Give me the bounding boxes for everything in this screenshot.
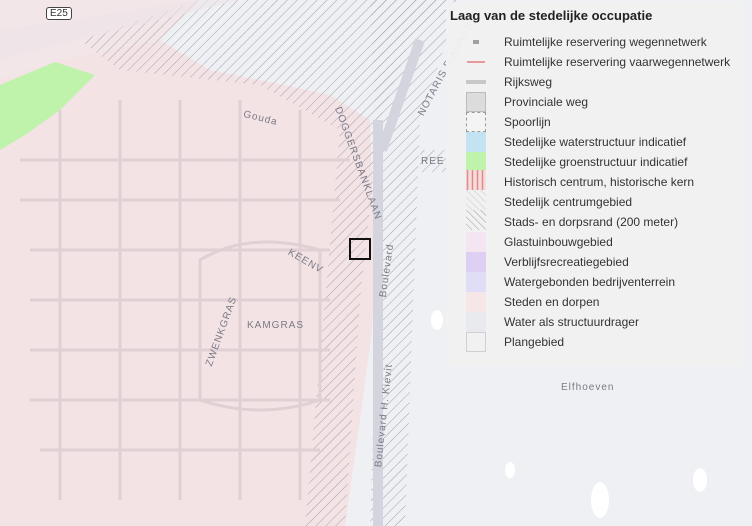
road-shield-e25: E25 xyxy=(46,7,72,20)
legend-item: Stedelijke waterstructuur indicatief xyxy=(450,132,744,152)
legend-symbol-fill xyxy=(466,312,486,332)
legend-symbol-box-grey xyxy=(466,92,486,112)
legend-item-label: Provinciale weg xyxy=(504,95,589,109)
legend-item-label: Rijksweg xyxy=(504,75,553,89)
legend-item-label: Ruimtelijke reservering vaarwegennetwerk xyxy=(504,55,731,69)
legend-symbol-box-outline xyxy=(466,332,486,352)
legend-symbol-fill xyxy=(466,272,486,292)
legend-item: Rijksweg xyxy=(450,72,744,92)
legend-item: Glastuinbouwgebied xyxy=(450,232,744,252)
legend-item: Watergebonden bedrijventerrein xyxy=(450,272,744,292)
legend-panel: Laag van de stedelijke occupatie Ruimtel… xyxy=(446,2,744,366)
legend-item: Steden en dorpen xyxy=(450,292,744,312)
legend-item-label: Plangebied xyxy=(504,335,565,349)
legend-item-label: Ruimtelijke reservering wegennetwerk xyxy=(504,35,707,49)
legend-item: Provinciale weg xyxy=(450,92,744,112)
legend-symbol-dash-grey xyxy=(466,32,486,52)
legend-item-label: Spoorlijn xyxy=(504,115,551,129)
legend-symbol-fill xyxy=(466,132,486,152)
legend-item-label: Watergebonden bedrijventerrein xyxy=(504,275,675,289)
legend-item-label: Stedelijke waterstructuur indicatief xyxy=(504,135,687,149)
legend-item: Stads- en dorpsrand (200 meter) xyxy=(450,209,744,232)
legend-symbol-fill xyxy=(466,252,486,272)
map-label-kamgras: KAMGRAS xyxy=(247,320,305,331)
legend-symbol-box-dashed xyxy=(466,112,486,132)
map-label-elfhoeven: Elfhoeven xyxy=(561,382,615,393)
plangebied-marker[interactable] xyxy=(349,238,371,260)
map-label-ree: REE xyxy=(421,156,445,167)
legend-item: Stedelijk centrumgebied xyxy=(450,189,744,212)
legend-item-label: Water als structuurdrager xyxy=(504,315,639,329)
legend-symbol-line-grey xyxy=(466,72,486,92)
legend-item: Water als structuurdrager xyxy=(450,312,744,332)
legend-item-label: Stedelijke groenstructuur indicatief xyxy=(504,155,688,169)
legend-item: Spoorlijn xyxy=(450,112,744,132)
legend-symbol-fill xyxy=(466,292,486,312)
legend-item-label: Verblijfsrecreatiegebied xyxy=(504,255,629,269)
legend-symbol-hatch-grey xyxy=(466,209,486,232)
legend-item-label: Steden en dorpen xyxy=(504,295,600,309)
legend-symbol-fill xyxy=(466,232,486,252)
legend-item: Plangebied xyxy=(450,332,744,352)
legend-item: Ruimtelijke reservering vaarwegennetwerk xyxy=(450,52,744,72)
legend-item: Verblijfsrecreatiegebied xyxy=(450,252,744,272)
legend-item-label: Stedelijk centrumgebied xyxy=(504,195,633,209)
legend-item-label: Glastuinbouwgebied xyxy=(504,235,613,249)
legend-item: Ruimtelijke reservering wegennetwerk xyxy=(450,32,744,52)
legend-item-label: Historisch centrum, historische kern xyxy=(504,175,695,189)
legend-item: Historisch centrum, historische kern xyxy=(450,169,744,192)
legend-list: Ruimtelijke reservering wegennetwerk Ruim… xyxy=(450,32,744,352)
legend-title: Laag van de stedelijke occupatie xyxy=(450,8,653,23)
legend-item-label: Stads- en dorpsrand (200 meter) xyxy=(504,215,679,229)
legend-symbol-dash-red xyxy=(466,52,486,72)
legend-item: Stedelijke groenstructuur indicatief xyxy=(450,152,744,172)
